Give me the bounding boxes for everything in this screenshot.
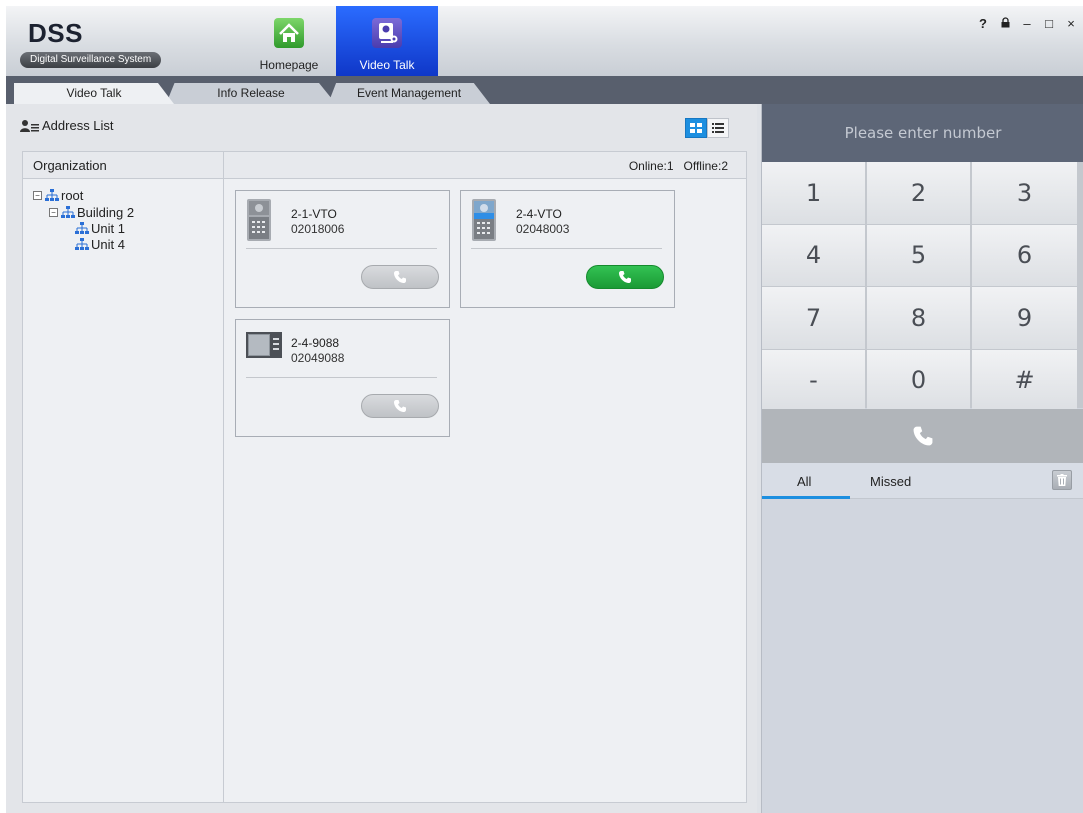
- list-view-icon: [712, 123, 724, 133]
- online-count: Online:1: [628, 159, 674, 173]
- phone-icon: [394, 400, 406, 412]
- org-node-icon: [75, 222, 89, 234]
- module-video-talk[interactable]: Video Talk: [336, 6, 438, 76]
- list-view-button[interactable]: [707, 118, 729, 138]
- tree-node-label: root: [61, 188, 84, 203]
- device-area-header: Online:1 Offline:2: [224, 152, 746, 179]
- online-status: Online:1 Offline:2: [629, 159, 728, 173]
- device-area: Online:1 Offline:2 2-1-VTO 02018006 2-4-…: [224, 151, 747, 803]
- key-0[interactable]: 0: [867, 349, 970, 411]
- call-history-tabs: All Missed: [762, 463, 1083, 499]
- tree-node-building-2[interactable]: − Building 2: [49, 205, 134, 220]
- keypad: 1 2 3 4 5 6 7 8 9 - 0 #: [762, 162, 1083, 411]
- delete-history-button[interactable]: [1052, 470, 1072, 490]
- key-2[interactable]: 2: [867, 162, 970, 224]
- address-list-bar: Address List: [6, 104, 757, 150]
- number-input[interactable]: [762, 104, 1083, 162]
- title-bar: DSS Digital Surveillance System Homepage…: [6, 6, 1083, 76]
- divider: [471, 248, 662, 249]
- key-7[interactable]: 7: [762, 287, 865, 349]
- dss-window: DSS Digital Surveillance System Homepage…: [6, 6, 1083, 813]
- device-name: 2-4-VTO: [516, 207, 562, 221]
- app-logo: DSS Digital Surveillance System: [20, 18, 190, 68]
- video-talk-icon: [372, 18, 402, 48]
- module-homepage-label: Homepage: [259, 58, 319, 72]
- key-1[interactable]: 1: [762, 162, 865, 224]
- phone-icon: [619, 271, 631, 283]
- device-card[interactable]: 2-1-VTO 02018006: [235, 190, 450, 308]
- offline-count: Offline:2: [683, 159, 728, 173]
- module-homepage[interactable]: Homepage: [238, 6, 340, 76]
- call-button[interactable]: [361, 394, 439, 418]
- device-number: 02018006: [291, 222, 345, 236]
- tab-label: Info Release: [217, 86, 285, 100]
- logo-title: DSS: [28, 18, 83, 48]
- logo-subtitle: Digital Surveillance System: [20, 52, 162, 68]
- key-8[interactable]: 8: [867, 287, 970, 349]
- close-icon[interactable]: ×: [1065, 16, 1077, 31]
- tab-event-management[interactable]: Event Management: [328, 83, 490, 104]
- tree-node-label: Building 2: [77, 205, 135, 220]
- call-history-list: [762, 500, 1083, 813]
- address-list-icon: [20, 120, 39, 132]
- lock-icon[interactable]: [999, 16, 1011, 31]
- organization-header: Organization: [23, 152, 223, 179]
- device-card[interactable]: 2-4-9088 02049088: [235, 319, 450, 437]
- tree-node-label: Unit 4: [91, 237, 125, 252]
- dialpad-panel: 1 2 3 4 5 6 7 8 9 - 0 # All Missed: [761, 104, 1083, 813]
- collapse-toggle-icon[interactable]: −: [33, 191, 42, 200]
- view-toggle: [685, 118, 729, 138]
- tab-bar: Event Management Info Release Video Talk: [6, 76, 1083, 104]
- tree-node-unit-1[interactable]: Unit 1: [75, 221, 125, 236]
- key-3[interactable]: 3: [972, 162, 1077, 224]
- tab-missed-calls[interactable]: Missed: [870, 474, 911, 489]
- device-card[interactable]: 2-4-VTO 02048003: [460, 190, 675, 308]
- minimize-icon[interactable]: –: [1021, 16, 1033, 31]
- key-6[interactable]: 6: [972, 224, 1077, 286]
- org-node-icon: [61, 206, 75, 218]
- home-icon: [274, 18, 304, 48]
- key-4[interactable]: 4: [762, 224, 865, 286]
- key-9[interactable]: 9: [972, 287, 1077, 349]
- key-dash[interactable]: -: [762, 349, 865, 411]
- dial-call-button[interactable]: [762, 409, 1083, 463]
- module-video-talk-label: Video Talk: [359, 58, 415, 72]
- door-station-icon: [247, 199, 271, 241]
- tab-all-calls[interactable]: All: [797, 474, 811, 489]
- key-hash[interactable]: #: [972, 349, 1077, 411]
- address-list-label: Address List: [42, 118, 114, 133]
- tree-node-label: Unit 1: [91, 221, 125, 236]
- call-button[interactable]: [586, 265, 664, 289]
- grid-view-icon: [690, 123, 702, 133]
- tab-info-release[interactable]: Info Release: [166, 83, 336, 104]
- device-number: 02048003: [516, 222, 570, 236]
- org-node-icon: [75, 238, 89, 250]
- call-button[interactable]: [361, 265, 439, 289]
- active-tab-indicator: [762, 496, 850, 499]
- key-5[interactable]: 5: [867, 224, 970, 286]
- divider: [246, 377, 437, 378]
- device-number: 02049088: [291, 351, 345, 365]
- door-station-icon: [472, 199, 496, 241]
- grid-view-button[interactable]: [685, 118, 707, 138]
- collapse-toggle-icon[interactable]: −: [49, 208, 58, 217]
- phone-icon: [913, 426, 933, 446]
- divider: [246, 248, 437, 249]
- main-panel: Address List Organization − root − Build…: [6, 104, 757, 813]
- maximize-icon[interactable]: □: [1043, 16, 1055, 31]
- tab-label: Video Talk: [66, 86, 122, 100]
- tab-video-talk[interactable]: Video Talk: [14, 83, 174, 104]
- indoor-monitor-icon: [246, 332, 282, 358]
- tree-node-root[interactable]: − root: [33, 188, 83, 203]
- trash-icon: [1057, 474, 1067, 486]
- help-icon[interactable]: ?: [977, 16, 989, 31]
- org-node-icon: [45, 189, 59, 201]
- tree-node-unit-4[interactable]: Unit 4: [75, 237, 125, 252]
- tab-label: Event Management: [356, 86, 462, 100]
- device-name: 2-1-VTO: [291, 207, 337, 221]
- phone-icon: [394, 271, 406, 283]
- window-controls: ? – □ ×: [977, 16, 1077, 31]
- device-name: 2-4-9088: [291, 336, 340, 350]
- organization-panel: Organization − root − Building 2 Unit 1 …: [22, 151, 224, 803]
